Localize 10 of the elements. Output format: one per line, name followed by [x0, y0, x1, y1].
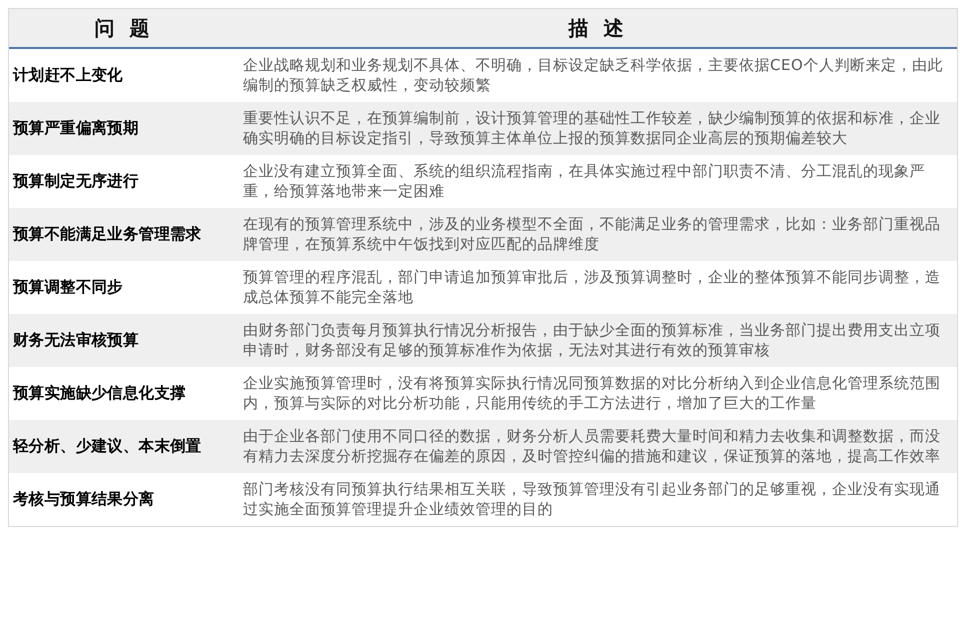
- description-cell: 重要性认识不足，在预算编制前，设计预算管理的基础性工作较差，缺少编制预算的依据和标准，企业确实明确的目标设定指引，导致预算主体单位上报的预算数据同企业高层的预期偏差较大: [239, 102, 957, 155]
- column-header: 问 题: [9, 9, 239, 49]
- column-header: 描 述: [239, 9, 957, 49]
- problem-cell: 轻分析、少建议、本末倒置: [9, 420, 239, 473]
- problem-cell: 财务无法审核预算: [9, 314, 239, 367]
- description-cell: 由于企业各部门使用不同口径的数据，财务分析人员需要耗费大量时间和精力去收集和调整数据，而没有精力去深度分析挖掘存在偏差的原因，及时管控纠偏的措施和建议，保证预算的落地，提高工作效率: [239, 420, 957, 473]
- description-cell: 在现有的预算管理系统中，涉及的业务模型不全面，不能满足业务的管理需求，比如：业务部门重视品牌管理，在预算系统中午饭找到对应匹配的品牌维度: [239, 208, 957, 261]
- description-cell: 由财务部门负责每月预算执行情况分析报告，由于缺少全面的预算标准，当业务部门提出费用支出立项申请时，财务部没有足够的预算标准作为依据，无法对其进行有效的预算审核: [239, 314, 957, 367]
- problem-cell: 预算严重偏离预期: [9, 102, 239, 155]
- problem-cell: 预算不能满足业务管理需求: [9, 208, 239, 261]
